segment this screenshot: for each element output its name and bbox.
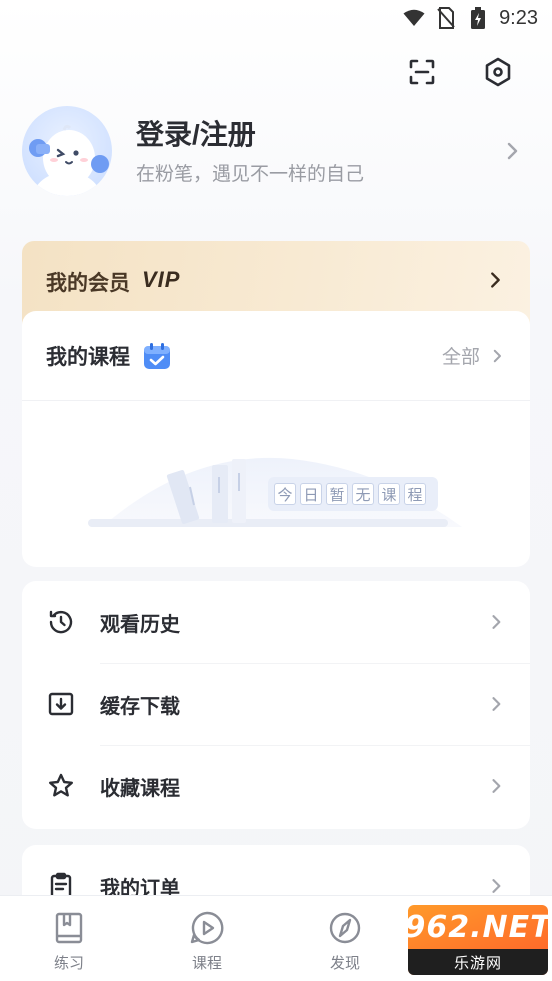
empty-char: 无 — [352, 483, 374, 505]
menu-label: 缓存下载 — [100, 695, 180, 718]
all-courses-label: 全部 — [441, 347, 480, 368]
nav-label: 课程 — [191, 955, 222, 972]
compass-icon — [325, 908, 365, 948]
profile-slogan: 在粉笔，遇见不一样的自己 — [136, 163, 365, 185]
empty-char: 程 — [404, 483, 426, 505]
nav-tab-practice[interactable]: 练习 — [29, 908, 109, 973]
chevron-right-icon — [491, 272, 500, 288]
empty-courses-text: 今 日 暂 无 课 程 — [274, 483, 426, 505]
status-time: 9:23 — [499, 6, 538, 29]
play-bubble-icon — [187, 908, 227, 948]
my-courses-title: 我的课程 — [46, 345, 130, 369]
profile-login-row[interactable]: 登录/注册 在粉笔，遇见不一样的自己 — [22, 106, 532, 196]
menu-label: 收藏课程 — [100, 777, 180, 800]
book-icon — [49, 908, 89, 948]
menu-card: 观看历史 缓存下载 收藏课程 — [22, 581, 530, 829]
status-bar: 9:23 — [0, 0, 552, 36]
menu-item-download[interactable]: 缓存下载 — [22, 663, 530, 745]
menu-item-favorites[interactable]: 收藏课程 — [22, 745, 530, 827]
empty-char: 课 — [378, 483, 400, 505]
wifi-icon — [403, 7, 425, 29]
empty-char: 日 — [300, 483, 322, 505]
calendar-check-icon — [144, 342, 170, 369]
nav-tab-courses[interactable]: 课程 — [167, 908, 247, 973]
empty-char: 暂 — [326, 483, 348, 505]
no-sim-icon — [435, 7, 457, 29]
my-courses-header: 我的课程 全部 — [22, 311, 530, 401]
top-actions — [406, 56, 514, 88]
nav-tab-discover[interactable]: 发现 — [305, 908, 385, 973]
star-icon — [46, 771, 76, 801]
chevron-right-icon — [492, 879, 501, 893]
chevron-right-icon — [493, 349, 501, 362]
battery-charging-icon — [467, 7, 489, 29]
menu-item-history[interactable]: 观看历史 — [22, 581, 530, 663]
vip-label: 我的会员 — [46, 272, 130, 295]
nav-label: 发现 — [329, 955, 360, 972]
all-courses-link[interactable]: 全部 — [442, 342, 506, 369]
empty-char: 今 — [274, 483, 296, 505]
menu-label: 观看历史 — [100, 613, 180, 636]
profile-text: 登录/注册 在粉笔，遇见不一样的自己 — [136, 117, 500, 186]
nav-label: 练习 — [53, 955, 84, 972]
vip-badge: VIP — [142, 267, 181, 292]
chevron-right-icon — [507, 142, 518, 160]
scan-icon[interactable] — [406, 56, 438, 88]
history-clock-icon — [46, 607, 76, 637]
login-register-title[interactable]: 登录/注册 — [136, 117, 500, 153]
download-box-icon — [46, 689, 76, 719]
my-courses-card: 我的课程 全部 今 日 暂 无 课 程 — [22, 311, 530, 567]
site-watermark: 962.NET 乐游网 — [408, 905, 548, 975]
settings-hexagon-icon[interactable] — [482, 56, 514, 88]
chevron-right-icon — [492, 779, 501, 793]
chevron-right-icon — [492, 697, 501, 711]
watermark-top: 962.NET — [408, 909, 548, 945]
watermark-bottom: 乐游网 — [408, 949, 548, 975]
avatar[interactable] — [22, 106, 112, 196]
chevron-right-icon — [492, 615, 501, 629]
